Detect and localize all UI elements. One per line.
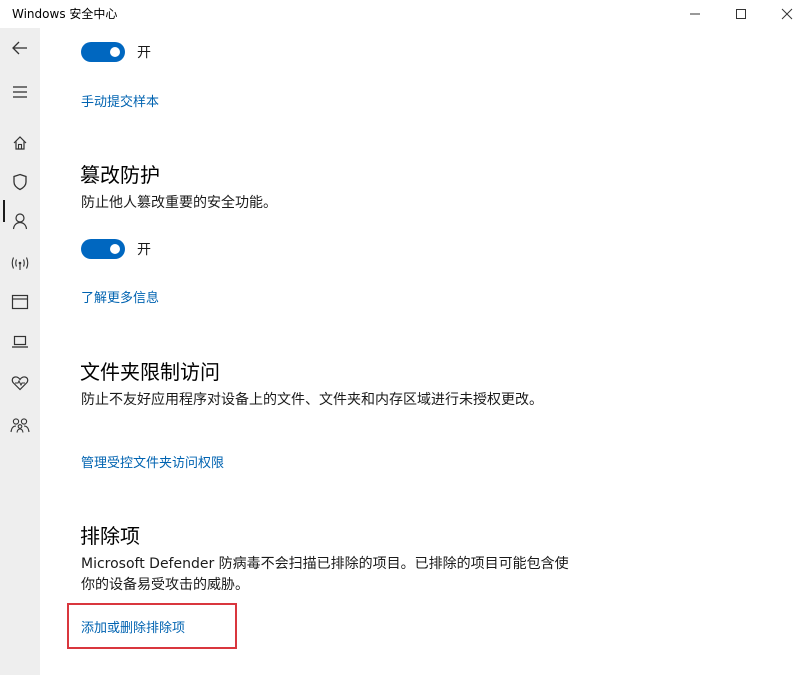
exclusions-description: Microsoft Defender 防病毒不会扫描已排除的项目。已排除的项目可…	[81, 556, 569, 593]
sample-submission-toggle[interactable]	[81, 42, 125, 62]
nav-virus-protection[interactable]	[0, 168, 40, 196]
security-center-window: Windows 安全中心 开 手动提交样本 篡改防护 防止他人篡改重要的安全功能…	[0, 0, 801, 675]
title-bar: Windows 安全中心	[0, 0, 801, 28]
close-button[interactable]	[764, 0, 801, 28]
tamper-protection-toggle[interactable]	[81, 239, 125, 259]
nav-firewall[interactable]	[0, 249, 40, 277]
tamper-protection-title: 篡改防护	[80, 163, 160, 187]
tamper-protection-toggle-row: 开	[81, 239, 151, 259]
nav-home[interactable]	[0, 129, 40, 157]
back-arrow-icon	[12, 41, 27, 55]
toggle-state-label: 开	[137, 45, 151, 61]
home-icon	[13, 136, 27, 150]
folder-access-description: 防止不友好应用程序对设备上的文件、文件夹和内存区域进行未授权更改。	[81, 392, 543, 408]
hamburger-menu-icon	[13, 86, 27, 98]
exclusions-title: 排除项	[80, 524, 140, 548]
toggle-state-label: 开	[137, 242, 151, 258]
minimize-icon	[690, 13, 700, 15]
laptop-icon	[12, 335, 28, 348]
wireless-icon	[11, 257, 29, 270]
toggle-knob	[110, 47, 120, 57]
sample-submission-toggle-row: 开	[81, 42, 151, 62]
nav-app-browser-control[interactable]	[0, 288, 40, 316]
toggle-knob	[110, 244, 120, 254]
menu-button[interactable]	[0, 78, 40, 106]
person-icon	[12, 213, 28, 230]
tamper-protection-description: 防止他人篡改重要的安全功能。	[81, 195, 277, 211]
nav-account-protection[interactable]	[0, 207, 40, 235]
family-icon	[10, 418, 30, 433]
maximize-button[interactable]	[718, 0, 764, 28]
shield-icon	[13, 173, 27, 191]
maximize-icon	[736, 9, 746, 19]
minimize-button[interactable]	[672, 0, 718, 28]
close-icon	[781, 8, 793, 20]
heart-health-icon	[11, 376, 29, 391]
window-title: Windows 安全中心	[12, 7, 118, 21]
learn-more-link[interactable]: 了解更多信息	[81, 287, 159, 306]
nav-family-options[interactable]	[0, 411, 40, 439]
browser-window-icon	[11, 294, 29, 310]
main-content: 开 手动提交样本 篡改防护 防止他人篡改重要的安全功能。 开 了解更多信息 文件…	[40, 28, 801, 675]
submit-sample-link[interactable]: 手动提交样本	[81, 91, 159, 110]
sidebar	[0, 28, 40, 675]
back-button[interactable]	[0, 34, 40, 62]
nav-device-security[interactable]	[0, 328, 40, 356]
folder-access-title: 文件夹限制访问	[80, 360, 220, 384]
manage-folder-access-link[interactable]: 管理受控文件夹访问权限	[81, 452, 224, 471]
highlight-annotation-box	[67, 603, 237, 649]
nav-device-performance[interactable]	[0, 369, 40, 397]
